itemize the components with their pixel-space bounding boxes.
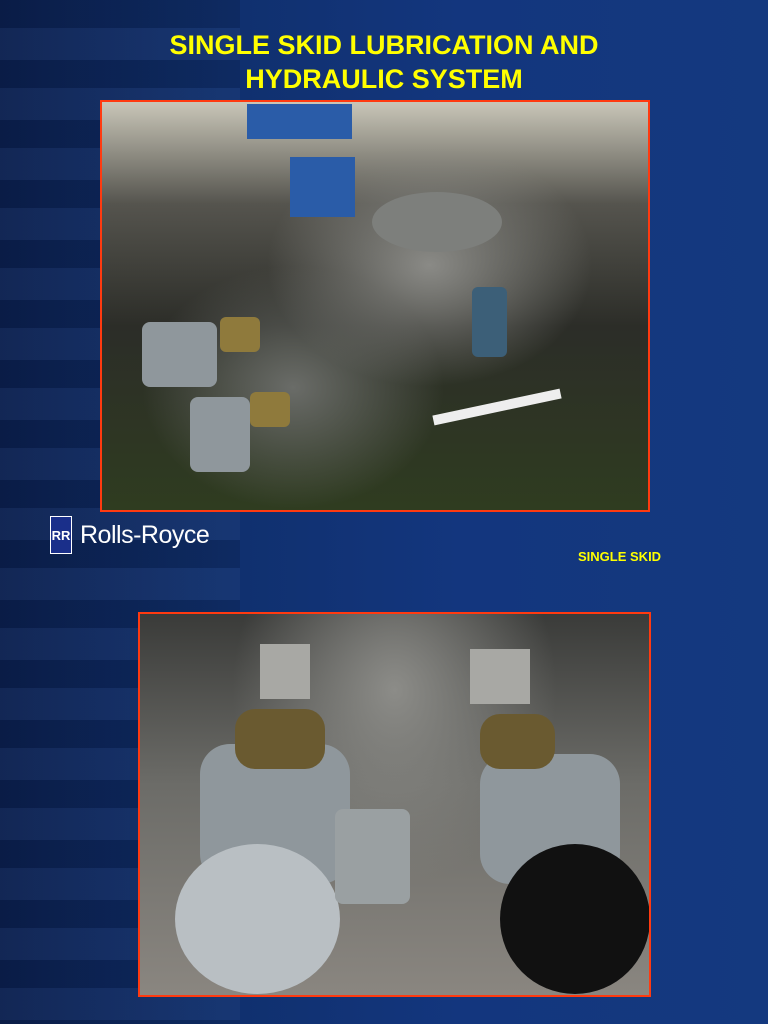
coupling — [235, 709, 325, 769]
coupling — [480, 714, 555, 769]
photo-skid-motors — [138, 612, 651, 997]
motor-fan-cover — [175, 844, 340, 994]
pump — [250, 392, 290, 427]
tank — [372, 192, 502, 252]
slide-title: SINGLE SKID LUBRICATION AND HYDRAULIC SY… — [169, 30, 599, 94]
rolls-royce-logo: RR Rolls-Royce — [50, 516, 210, 554]
valve-block — [470, 649, 530, 704]
logo-text: Rolls-Royce — [80, 520, 210, 549]
cloth — [432, 388, 562, 426]
blue-valve-block — [290, 157, 355, 217]
motor — [142, 322, 217, 387]
blue-valve-block — [247, 104, 352, 139]
photo-skid-overview — [100, 100, 650, 512]
rr-badge-icon: RR — [50, 516, 72, 554]
motor-fan-cover-black — [500, 844, 649, 994]
filter — [472, 287, 507, 357]
photo-caption: SINGLE SKID — [578, 549, 662, 564]
pump — [220, 317, 260, 352]
gearbox — [335, 809, 410, 904]
motor — [190, 397, 250, 472]
valve-block — [260, 644, 310, 699]
